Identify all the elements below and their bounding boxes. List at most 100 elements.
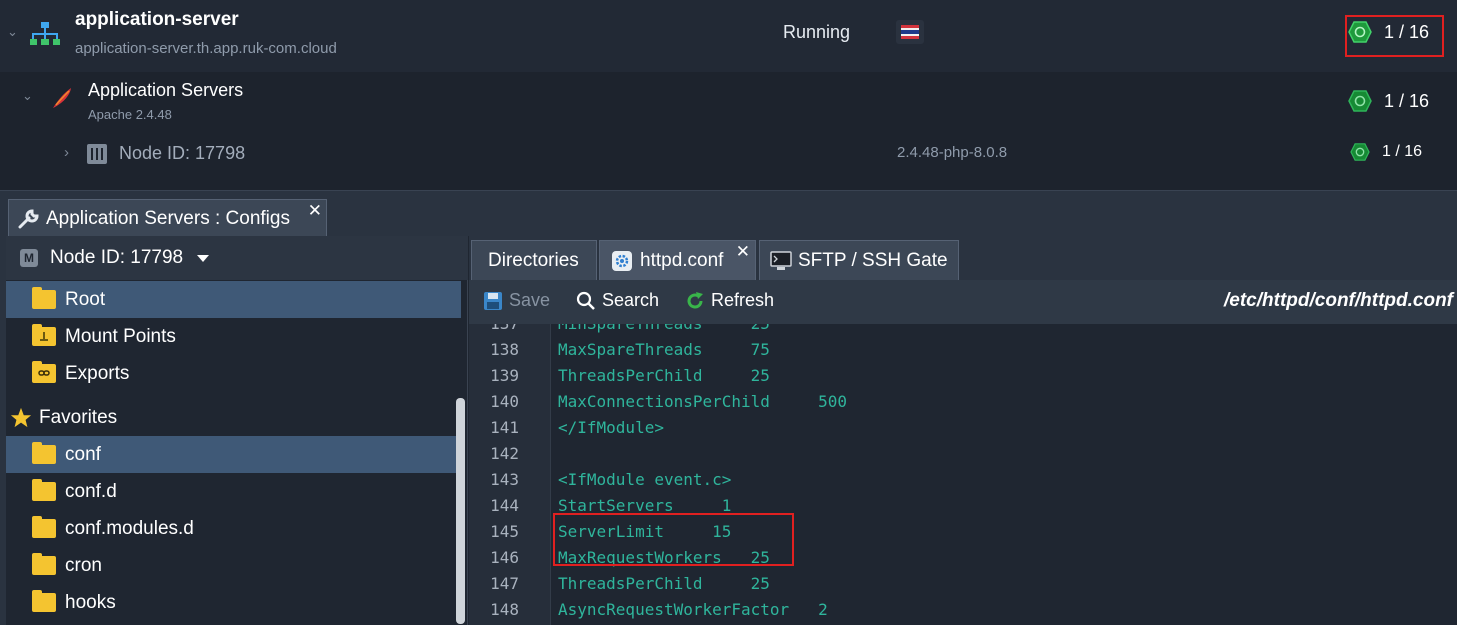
export-folder-icon [32,361,56,383]
tree-item-conf[interactable]: conf [6,436,461,473]
code-text[interactable]: MinSpareThreads 25 [558,324,770,333]
tree-item-root[interactable]: Root [6,281,461,318]
terminal-icon [770,250,792,270]
tab-title: Application Servers : Configs [46,207,290,229]
line-number: 143 [490,470,519,489]
node-selector-label: Node ID: 17798 [50,247,184,268]
code-text[interactable]: AsyncRequestWorkerFactor 2 [558,600,828,619]
search-button[interactable]: Search [576,290,659,311]
node-row[interactable]: › Node ID: 17798 2.4.48-php-8.0.8 1 / 16 [0,134,1457,174]
code-text[interactable]: MaxSpareThreads 75 [558,340,770,359]
editor-toolbar: Save Search Refresh /etc/httpd/conf/http… [469,280,1457,324]
node-badge: M [20,249,38,267]
star-icon [10,407,32,428]
gear-file-icon [612,250,632,271]
tree-item-label: hooks [65,591,116,613]
node-server-icon [87,144,107,164]
refresh-button[interactable]: Refresh [685,290,774,311]
chevron-right-icon[interactable]: › [64,144,69,161]
code-line[interactable]: 138 MaxSpareThreads 75 [469,340,1457,366]
tree-item-mount-points[interactable]: Mount Points [6,318,461,355]
code-line[interactable]: 139 ThreadsPerChild 25 [469,366,1457,392]
code-line[interactable]: 143 <IfModule event.c> [469,470,1457,496]
tree-item-label: conf.d [65,480,117,502]
code-line[interactable]: 137 MinSpareThreads 25 [469,324,1457,340]
chevron-down-icon[interactable]: ⌄ [22,88,33,104]
refresh-label: Refresh [711,290,775,310]
code-line[interactable]: 147 ThreadsPerChild 25 [469,574,1457,600]
code-highlight-box [553,513,794,566]
mount-folder-icon [32,324,56,346]
code-line[interactable]: 140 MaxConnectionsPerChild 500 [469,392,1457,418]
cloudlet-count: 1 / 16 [1382,143,1423,160]
code-line[interactable]: 142 [469,444,1457,470]
tab-label: SFTP / SSH Gate [798,249,948,271]
code-text[interactable]: </IfModule> [558,418,664,437]
search-icon [576,291,595,310]
node-selector[interactable]: M Node ID: 17798 [6,236,468,280]
editor-tabbar: Directories httpd.conf ✕ SFTP / SSH Gate [469,236,1457,280]
code-line[interactable]: 141 </IfModule> [469,418,1457,444]
close-icon[interactable]: ✕ [736,242,750,262]
cloudlet-hexagon-icon [1348,90,1372,112]
folder-icon [32,442,56,464]
folder-icon [32,287,56,309]
folder-icon [32,516,56,538]
save-label: Save [509,290,551,310]
line-number: 137 [469,324,519,333]
line-number: 138 [490,340,519,359]
folder-icon [32,553,56,575]
tab-httpd-conf[interactable]: httpd.conf ✕ [599,240,756,280]
close-icon[interactable]: ✕ [308,201,322,221]
tree-item-label: Mount Points [65,325,176,347]
environment-row[interactable]: ⌄ application-server application-server.… [0,0,1457,72]
refresh-icon [687,291,703,308]
environment-domain[interactable]: application-server.th.app.ruk-com.cloud [75,40,337,57]
cloudlet-count: 1 / 16 [1384,90,1430,111]
search-label: Search [602,290,660,310]
layer-cloudlets[interactable]: 1 / 16 [1348,90,1429,112]
cloudlet-highlight-box [1345,15,1444,57]
favorites-header[interactable]: Favorites [10,400,117,436]
code-text[interactable]: <IfModule event.c> [558,470,731,489]
tree-item-label: conf.modules.d [65,517,194,539]
line-number: 148 [490,600,519,619]
code-text[interactable]: ThreadsPerChild 25 [558,366,770,385]
tree-item-conf-modules-d[interactable]: conf.modules.d [6,510,461,547]
chevron-down-icon[interactable]: ⌄ [7,24,18,40]
tree-item-conf-d[interactable]: conf.d [6,473,461,510]
config-window-tabbar: Application Servers : Configs ✕ [0,190,1457,237]
code-editor[interactable]: 137 MinSpareThreads 25 138 MaxSpareThreads … [469,324,1457,625]
tree-item-exports[interactable]: Exports [6,355,461,392]
layer-title[interactable]: Application Servers [88,80,243,101]
folder-icon [32,479,56,501]
tree-item-cron[interactable]: cron [6,547,461,584]
save-button[interactable]: Save [483,290,550,311]
file-path: /etc/httpd/conf/httpd.conf [1224,290,1454,311]
environment-name[interactable]: application-server [75,9,239,31]
code-text[interactable]: ThreadsPerChild 25 [558,574,770,593]
layer-subtitle: Apache 2.4.48 [88,107,172,122]
line-number: 141 [490,418,519,437]
tree-item-hooks[interactable]: hooks [6,584,461,621]
file-tree-scrollbar[interactable] [456,398,465,624]
tree-item-label: Root [65,288,106,310]
line-number: 142 [490,444,519,463]
apache-feather-icon [53,88,71,108]
region-flag-icon[interactable] [896,20,924,44]
tab-sftp-ssh[interactable]: SFTP / SSH Gate [759,240,959,280]
cloudlet-hexagon-icon [1350,143,1370,161]
tab-directories[interactable]: Directories [471,240,597,280]
tree-item-label: Exports [65,362,130,384]
code-line[interactable]: 148 AsyncRequestWorkerFactor 2 [469,600,1457,625]
tab-configs[interactable]: Application Servers : Configs ✕ [8,199,327,237]
line-number: 139 [490,366,519,385]
line-number: 144 [490,496,519,515]
wrench-icon [18,208,39,228]
code-text[interactable]: MaxConnectionsPerChild 500 [558,392,847,411]
layer-row[interactable]: ⌄ Application Servers Apache 2.4.48 1 / … [0,72,1457,134]
environment-status: Running [783,22,851,42]
node-label[interactable]: Node ID: 17798 [119,143,245,164]
node-cloudlets[interactable]: 1 / 16 [1350,143,1422,161]
caret-down-icon[interactable] [197,254,210,262]
